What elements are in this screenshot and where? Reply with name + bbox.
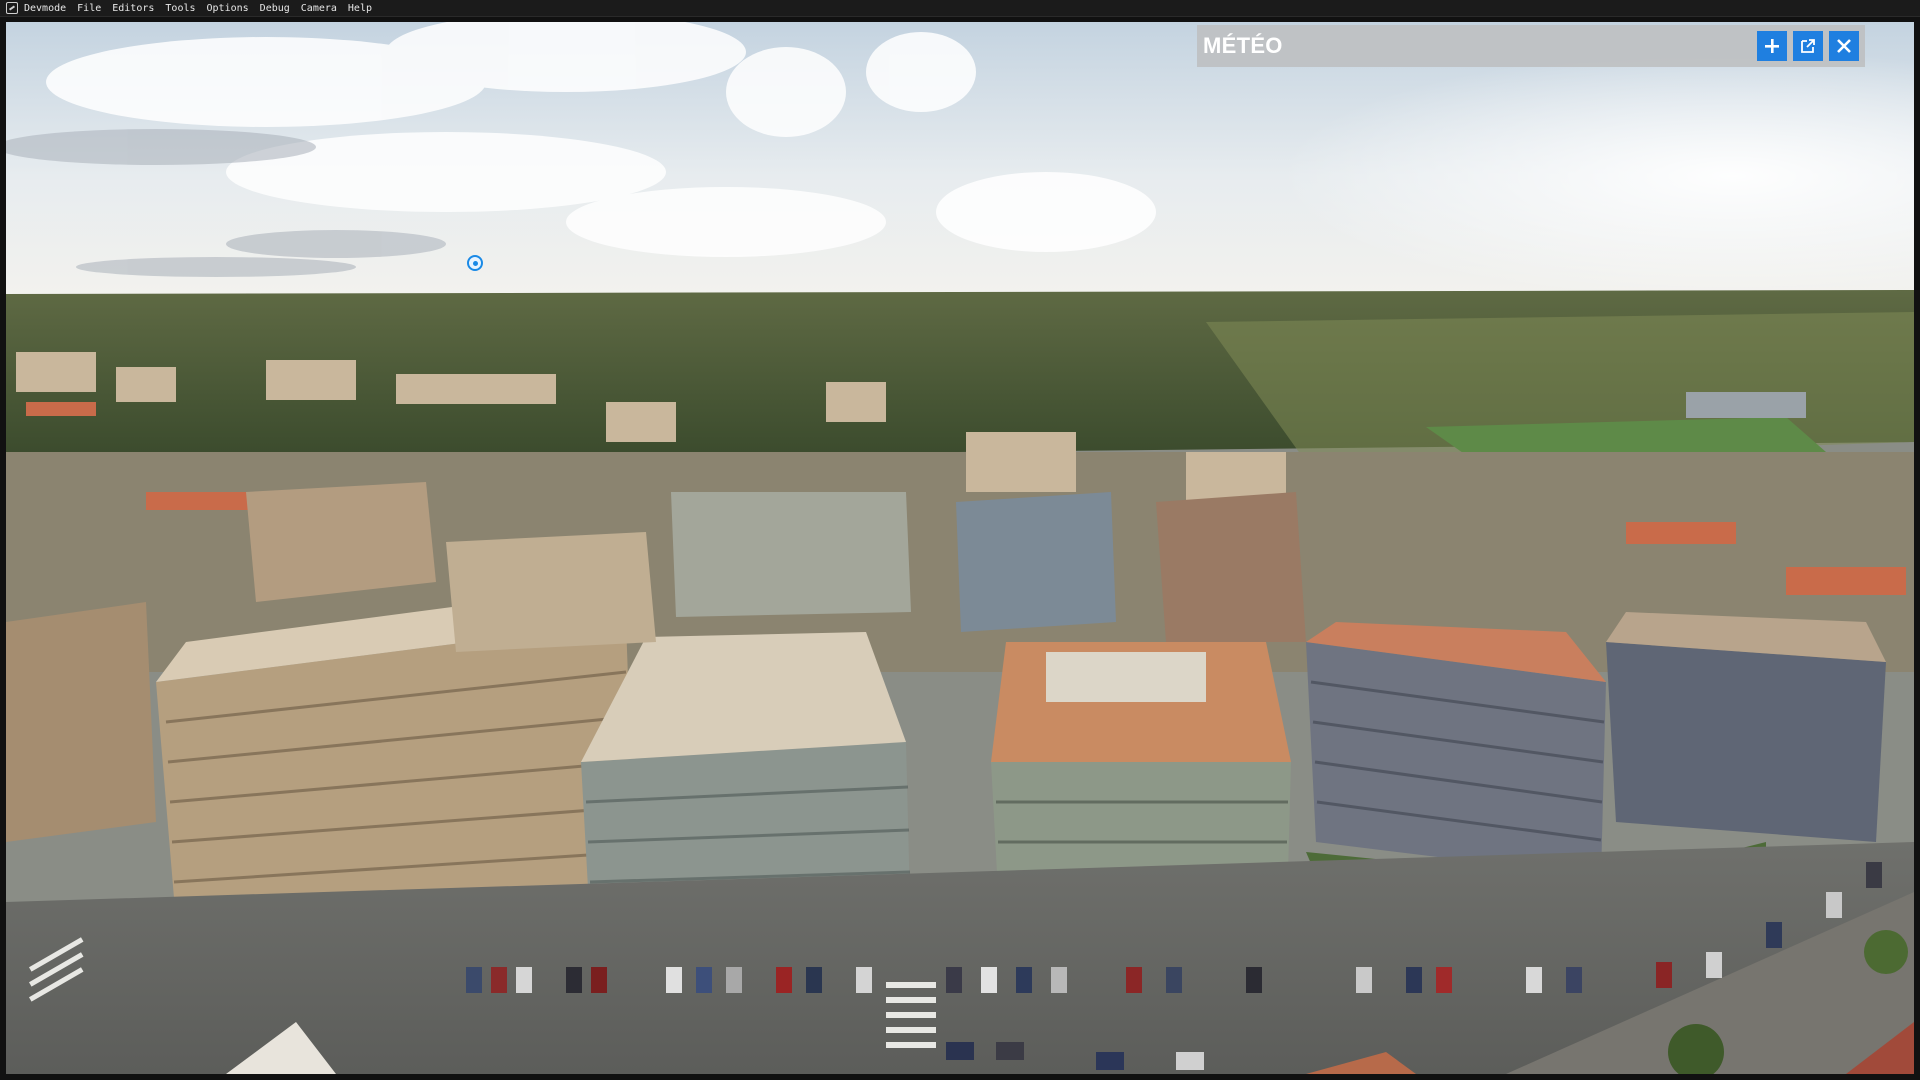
devmode-menubar: Devmode File Editors Tools Options Debug… xyxy=(0,0,1920,17)
menu-file[interactable]: File xyxy=(77,0,108,17)
menu-help[interactable]: Help xyxy=(348,0,379,17)
waypoint-marker-icon[interactable] xyxy=(467,255,483,271)
meteo-panel-title: MÉTÉO xyxy=(1203,33,1283,58)
devmode-icon xyxy=(6,2,18,14)
menu-devmode[interactable]: Devmode xyxy=(24,0,73,17)
menu-debug[interactable]: Debug xyxy=(260,0,297,17)
menu-options[interactable]: Options xyxy=(207,0,256,17)
meteo-panel: MÉTÉO xyxy=(1197,25,1865,67)
meteo-add-button[interactable] xyxy=(1757,31,1787,61)
simulator-viewport[interactable] xyxy=(6,22,1914,1074)
meteo-popout-button[interactable] xyxy=(1793,31,1823,61)
menu-editors[interactable]: Editors xyxy=(112,0,161,17)
city-scene xyxy=(6,22,1914,1074)
close-icon xyxy=(1837,39,1851,53)
external-window-icon xyxy=(1801,39,1815,53)
meteo-close-button[interactable] xyxy=(1829,31,1859,61)
plus-icon xyxy=(1765,39,1779,53)
menu-camera[interactable]: Camera xyxy=(301,0,344,17)
menu-tools[interactable]: Tools xyxy=(165,0,202,17)
